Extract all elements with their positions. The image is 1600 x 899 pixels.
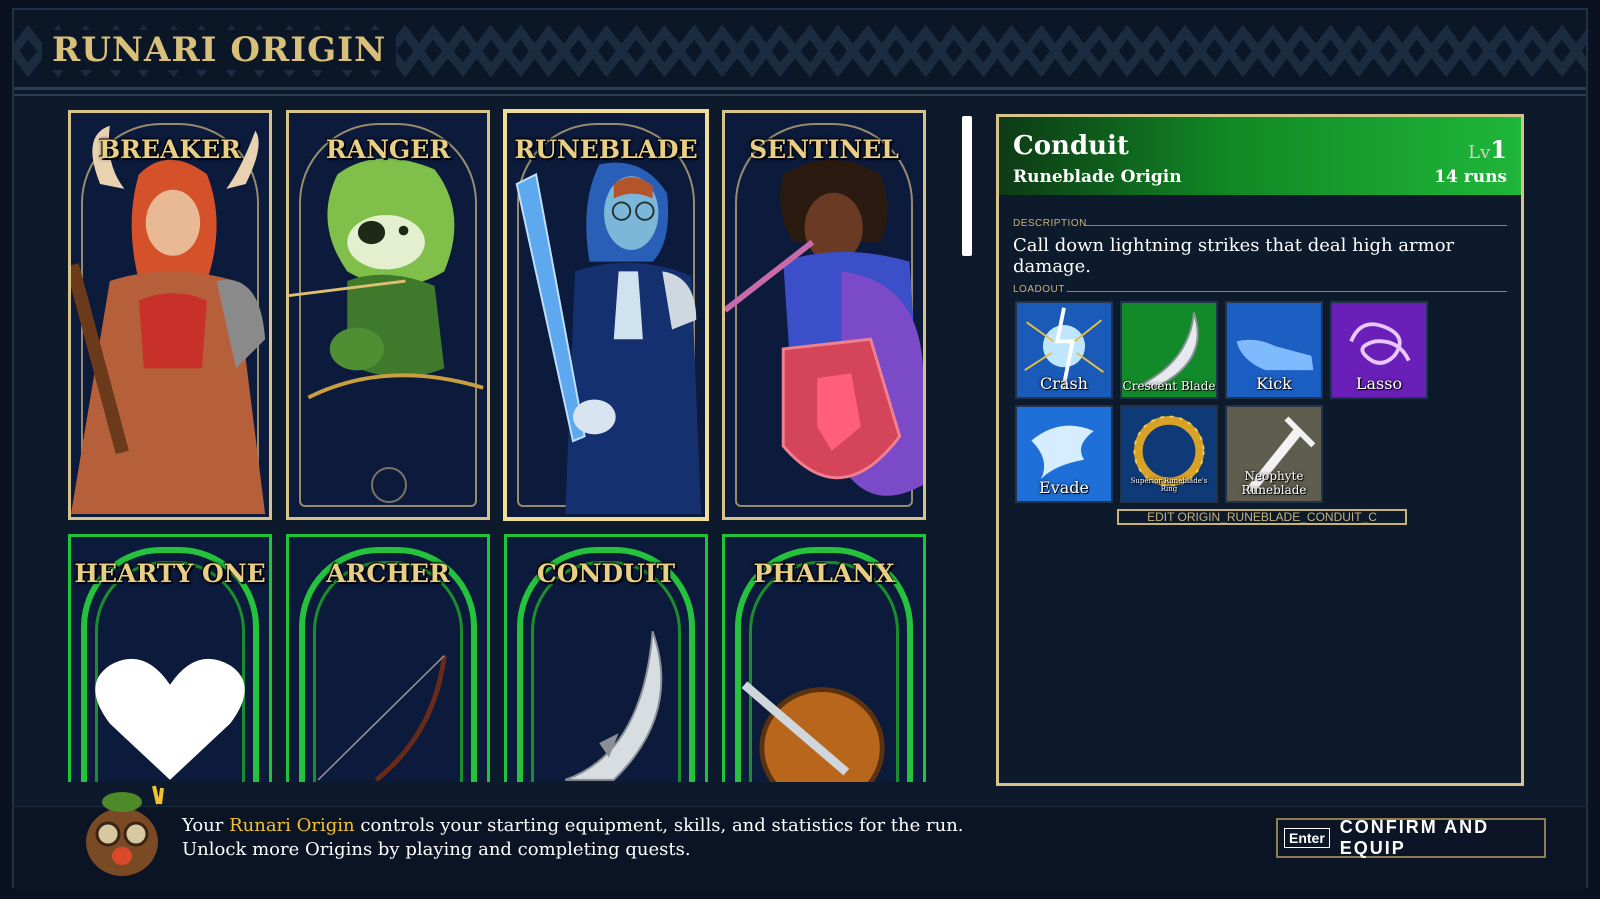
scrollbar-thumb[interactable] <box>962 116 972 256</box>
origin-card-sentinel[interactable]: SENTINEL <box>722 110 926 520</box>
loadout-label: LOADOUT <box>1013 284 1065 295</box>
loadout-rule <box>1067 291 1507 292</box>
origin-card-breaker[interactable]: BREAKER <box>68 110 272 520</box>
footer-text-post: controls your starting equipment, skills… <box>354 815 964 836</box>
origin-card-phalanx[interactable]: PHALANX <box>722 534 926 782</box>
mascot-icon <box>86 785 164 876</box>
origin-name: RUNEBLADE <box>514 135 698 164</box>
loadout-label: Kick <box>1256 374 1292 393</box>
origin-card-runeblade[interactable]: RUNEBLADE <box>504 110 708 520</box>
origin-screen: RUNARI ORIGIN BREAKER RANGER RUNEBLADE S… <box>12 8 1588 890</box>
description-rule <box>1085 225 1507 226</box>
loadout-label: Crescent Blade <box>1122 379 1216 393</box>
level-prefix: Lv <box>1468 142 1491 163</box>
origin-card-ranger[interactable]: RANGER <box>286 110 490 520</box>
origin-card-archer[interactable]: ARCHER <box>286 534 490 782</box>
runeblade-portrait-icon <box>515 162 702 514</box>
level-value: 1 <box>1490 135 1507 164</box>
enter-key-badge: Enter <box>1284 828 1330 848</box>
origin-name: ARCHER <box>326 559 450 588</box>
loadout-slot-evade[interactable]: Evade <box>1015 405 1113 503</box>
origin-card-conduit[interactable]: CONDUIT <box>504 534 708 782</box>
origin-name: CONDUIT <box>536 559 676 588</box>
origin-detail-panel: Conduit Runeblade Origin Lv1 14 runs DES… <box>996 114 1524 786</box>
loadout-slot-ring[interactable]: Superior Runeblade's Ring <box>1120 405 1218 503</box>
breaker-portrait-icon <box>71 125 266 514</box>
loadout-label: Lasso <box>1355 374 1403 393</box>
loadout-slot-kick[interactable]: Kick <box>1225 301 1323 399</box>
detail-title: Conduit <box>1013 131 1129 161</box>
header-bar: RUNARI ORIGIN <box>14 10 1586 90</box>
loadout-label: Superior Runeblade's Ring <box>1130 477 1208 493</box>
loadout-slot-crescent-blade[interactable]: Crescent Blade <box>1120 301 1218 399</box>
loadout-label: Crash <box>1040 374 1088 393</box>
origin-name: HEARTY ONE <box>74 559 266 588</box>
confirm-and-equip-button[interactable]: Enter CONFIRM AND EQUIP <box>1276 817 1546 858</box>
footer-line-1: Your Runari Origin controls your startin… <box>182 814 964 838</box>
loadout-slot-neophyte-runeblade[interactable]: Neophyte Runeblade <box>1225 405 1323 503</box>
loadout-label: Neophyte Runeblade <box>1241 469 1307 497</box>
run-count: 14 runs <box>1434 167 1507 187</box>
ranger-portrait-icon <box>289 158 484 400</box>
origin-name: BREAKER <box>99 135 241 164</box>
runari-origin-highlight: Runari Origin <box>229 815 355 836</box>
footer-line-2: Unlock more Origins by playing and compl… <box>182 839 691 860</box>
origin-name: PHALANX <box>753 559 895 588</box>
confirm-label: CONFIRM AND EQUIP <box>1339 817 1490 858</box>
origin-name: RANGER <box>325 135 451 164</box>
origin-name: SENTINEL <box>749 135 899 164</box>
description-text: Call down lightning strikes that deal hi… <box>1013 235 1455 277</box>
header-divider <box>14 94 1586 96</box>
edit-origin-link[interactable]: EDIT ORIGIN_RUNEBLADE_CONDUIT_C <box>1117 509 1407 525</box>
footer-hint: Your Runari Origin controls your startin… <box>182 814 964 862</box>
level-indicator: Lv1 <box>1468 135 1507 164</box>
description-label: DESCRIPTION <box>1013 218 1087 229</box>
page-title: RUNARI ORIGIN <box>42 30 397 70</box>
loadout-slot-lasso[interactable]: Lasso <box>1330 301 1428 399</box>
origin-card-hearty-one[interactable]: HEARTY ONE <box>68 534 272 782</box>
loadout-slot-crash[interactable]: Crash <box>1015 301 1113 399</box>
detail-subtitle: Runeblade Origin <box>1013 167 1182 187</box>
sentinel-portrait-icon <box>725 159 923 496</box>
detail-header: Conduit Runeblade Origin Lv1 14 runs <box>999 117 1521 195</box>
loadout-label: Evade <box>1039 478 1089 497</box>
footer-text-pre: Your <box>182 815 230 836</box>
